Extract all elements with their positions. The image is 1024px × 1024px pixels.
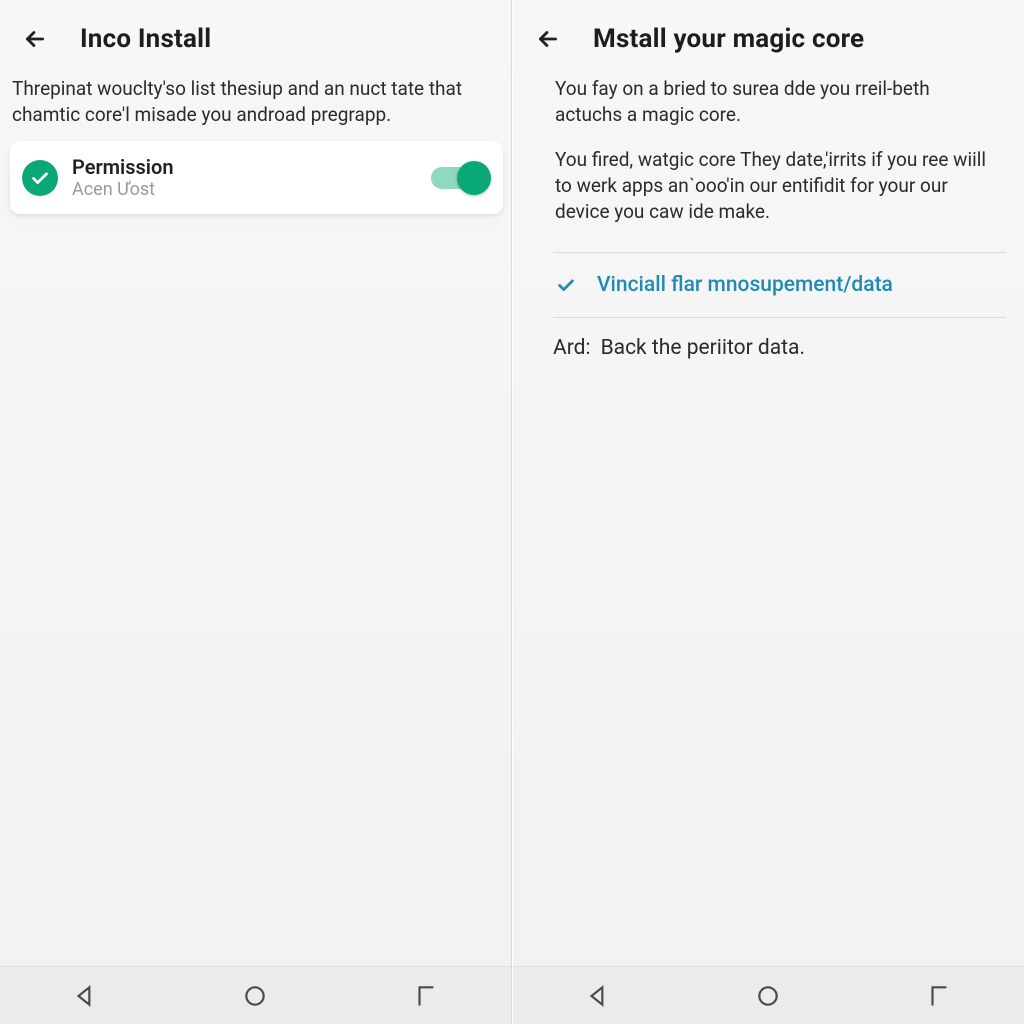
- back-arrow-icon: [22, 26, 48, 52]
- paragraph-1: You fay on a bried to surea dde you rrei…: [553, 70, 1006, 141]
- footer-key: Ard:: [553, 336, 591, 360]
- check-icon-small: [553, 274, 579, 296]
- nav-recent-icon: [413, 983, 439, 1009]
- nav-recent-right[interactable]: [919, 976, 959, 1016]
- permission-title: Permission: [72, 155, 417, 179]
- nav-back-right[interactable]: [578, 976, 618, 1016]
- permission-card[interactable]: Permission Acen Ưost: [10, 141, 503, 214]
- back-button-left[interactable]: [18, 22, 52, 56]
- divider-bottom: [553, 317, 1006, 318]
- footer-row: Ard: Back the periitor data.: [553, 332, 1006, 360]
- topbar-left: Inco Install: [0, 0, 511, 70]
- permission-toggle[interactable]: [431, 163, 489, 193]
- nav-home-icon: [242, 983, 268, 1009]
- page-title-right: Mstall your magic core: [593, 24, 864, 54]
- back-arrow-icon: [535, 26, 561, 52]
- nav-recent-icon: [926, 983, 952, 1009]
- page-title-left: Inco Install: [80, 24, 211, 54]
- toggle-thumb: [457, 161, 491, 195]
- nav-home-left[interactable]: [235, 976, 275, 1016]
- description-left: Threpinat wouclty'so list thesiup and an…: [10, 70, 503, 141]
- divider-top: [553, 252, 1006, 253]
- footer-value: Back the periitor data.: [601, 336, 805, 360]
- back-button-right[interactable]: [531, 22, 565, 56]
- nav-back-left[interactable]: [65, 976, 105, 1016]
- permission-subtitle: Acen Ưost: [72, 179, 417, 200]
- check-badge: [22, 160, 58, 196]
- nav-back-icon: [72, 983, 98, 1009]
- body-left: Threpinat wouclty'so list thesiup and an…: [0, 70, 511, 966]
- screen-left: Inco Install Threpinat wouclty'so list t…: [0, 0, 512, 1024]
- nav-home-right[interactable]: [748, 976, 788, 1016]
- permission-labels: Permission Acen Ưost: [72, 155, 417, 200]
- link-text-data: Vinciall flar mnosupement/data: [597, 273, 893, 297]
- topbar-right: Mstall your magic core: [513, 0, 1024, 70]
- screen-right: Mstall your magic core You fay on a brie…: [512, 0, 1024, 1024]
- navbar-left: [0, 966, 511, 1024]
- body-right: You fay on a bried to surea dde you rrei…: [513, 70, 1024, 966]
- nav-recent-left[interactable]: [406, 976, 446, 1016]
- link-row-data[interactable]: Vinciall flar mnosupement/data: [553, 267, 1006, 303]
- nav-home-icon: [755, 983, 781, 1009]
- check-icon: [29, 167, 51, 189]
- nav-back-icon: [585, 983, 611, 1009]
- paragraph-2: You fired, watgic core They date,'irrits…: [553, 141, 1006, 238]
- navbar-right: [513, 966, 1024, 1024]
